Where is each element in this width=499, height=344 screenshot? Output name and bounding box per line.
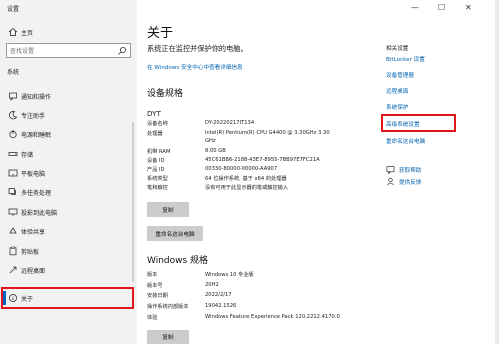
section-title: 系统 — [7, 69, 20, 76]
copy-windows-specs-button[interactable]: 复制 — [147, 330, 189, 344]
spec-label: 体验 — [147, 315, 158, 321]
spec-value: 64 位操作系统, 基于 x64 的处理器 — [205, 176, 287, 182]
search-input[interactable] — [10, 46, 110, 56]
sidebar-item-label: 体验共享 — [21, 229, 46, 236]
remote-desktop-link[interactable]: 远程桌面 — [386, 87, 408, 95]
spec-value: 8.00 GB — [205, 148, 226, 154]
device-spec-title: 设备规格 — [147, 89, 184, 99]
search-icon[interactable] — [117, 46, 127, 56]
sidebar-item-label: 远程桌面 — [21, 268, 46, 275]
power-icon — [9, 130, 17, 139]
sidebar-item-tablet[interactable]: 平板电脑 — [0, 165, 137, 181]
spec-value: 没有可用于此显示器的笔或触控输入 — [205, 185, 289, 191]
sidebar-item-label: 投影到此电脑 — [21, 210, 58, 217]
spec-label: 产品 ID — [147, 167, 165, 173]
sidebar-item-focus-assist[interactable]: 专注助手 — [0, 107, 137, 123]
sidebar-item-projecting[interactable]: 投影到此电脑 — [0, 204, 137, 220]
sidebar: 设置 主页 系统 通知和操作 专注助手 电源和睡眠 — [0, 0, 137, 344]
spec-label: 设备名称 — [147, 121, 168, 127]
sidebar-item-label: 电源和睡眠 — [21, 132, 52, 139]
projector-icon — [8, 208, 18, 216]
spec-value: 00330-80000-00000-AA907 — [205, 166, 278, 172]
system-protection-link[interactable]: 系统保护 — [386, 103, 408, 111]
sidebar-scrollbar[interactable] — [132, 122, 134, 282]
sidebar-item-remote-desktop[interactable]: 远程桌面 — [0, 262, 137, 278]
spec-value: Windows Feature Experience Pack 120.2212… — [205, 314, 340, 320]
spec-value: 2022/2/17 — [205, 292, 232, 298]
spec-label: 机带 RAM — [147, 149, 171, 155]
spec-value: Windows 10 专业版 — [205, 272, 254, 278]
sidebar-item-label: 平板电脑 — [21, 171, 46, 178]
sidebar-item-label: 多任务处理 — [21, 190, 52, 197]
home-icon — [8, 27, 18, 36]
share-icon — [9, 227, 17, 234]
spec-value: 20H2 — [205, 282, 219, 288]
sidebar-item-clipboard[interactable]: 剪贴板 — [0, 243, 137, 259]
clipboard-icon — [9, 246, 17, 256]
spec-label: 处理器 — [147, 131, 163, 137]
page-subtitle: 系统正在监控并保护你的电脑。 — [147, 44, 248, 53]
main-pane: 关于 系统正在监控并保护你的电脑。 在 Windows 安全中心中查看详细信息 … — [137, 0, 499, 344]
spec-label: 系统类型 — [147, 176, 168, 182]
sidebar-item-power[interactable]: 电源和睡眠 — [0, 126, 137, 142]
highlight-box — [1, 287, 134, 309]
window-title: 设置 — [7, 6, 20, 13]
storage-icon — [8, 152, 18, 156]
get-help-link[interactable]: 获取帮助 — [399, 166, 421, 174]
sidebar-item-label: 剪贴板 — [21, 249, 40, 256]
give-feedback-link[interactable]: 提供反馈 — [399, 178, 421, 186]
spec-label: 设备 ID — [147, 158, 165, 164]
spec-label: 安装日期 — [147, 293, 168, 299]
device-manager-link[interactable]: 设备管理器 — [386, 71, 414, 79]
spec-value: Intel(R) Pentium(R) CPU G4400 @ 3.30GHz … — [205, 130, 330, 136]
security-center-link[interactable]: 在 Windows 安全中心中查看详细信息 — [147, 63, 243, 71]
close-button[interactable]: ✕ — [465, 3, 472, 12]
sidebar-item-home[interactable]: 主页 — [0, 24, 137, 40]
device-name-heading: DYT — [147, 109, 161, 118]
rename-pc-button[interactable]: 重命名这台电脑 — [147, 226, 203, 241]
page-title: 关于 — [147, 26, 174, 41]
spec-value: 45C61BB6-2188-43E7-8955-7BB97E7FC21A — [205, 157, 320, 163]
spec-label: 操作系统内部版本 — [147, 304, 189, 310]
main-scrollbar[interactable] — [495, 0, 499, 344]
remote-icon — [9, 266, 17, 274]
sidebar-item-label: 通知和操作 — [21, 94, 52, 101]
message-icon — [9, 92, 17, 101]
sidebar-item-notifications[interactable]: 通知和操作 — [0, 88, 137, 104]
related-settings-title: 相关设置 — [386, 46, 409, 52]
maximize-button[interactable]: ☐ — [438, 3, 445, 12]
sidebar-item-label: 存储 — [21, 152, 34, 159]
windows-spec-title: Windows 规格 — [147, 256, 209, 266]
search-box[interactable] — [6, 43, 131, 58]
sidebar-item-label: 主页 — [21, 30, 34, 37]
rename-pc-link[interactable]: 重命名这台电脑 — [386, 137, 425, 145]
spec-label: 版本号 — [147, 283, 163, 289]
bitlocker-link[interactable]: BitLocker 设置 — [386, 55, 425, 63]
spec-value: 19042.1526 — [205, 303, 237, 309]
sidebar-item-label: 专注助手 — [21, 113, 46, 120]
highlight-box — [381, 114, 456, 132]
sidebar-item-multitask[interactable]: 多任务处理 — [0, 184, 137, 200]
tablet-icon — [8, 169, 18, 177]
sidebar-item-storage[interactable]: 存储 — [0, 146, 137, 162]
sidebar-item-shared-experiences[interactable]: 体验共享 — [0, 223, 137, 239]
multitask-icon — [8, 188, 16, 195]
spec-label: 版本 — [147, 272, 158, 278]
spec-value: GHz — [205, 138, 216, 144]
spec-label: 笔和触控 — [147, 185, 168, 191]
feedback-icon — [387, 177, 394, 186]
moon-icon — [9, 110, 18, 120]
minimize-button[interactable]: — — [411, 3, 419, 12]
help-icon — [386, 165, 395, 174]
spec-value: DY-20220217IT134 — [205, 120, 255, 126]
copy-device-specs-button[interactable]: 复制 — [147, 202, 189, 217]
